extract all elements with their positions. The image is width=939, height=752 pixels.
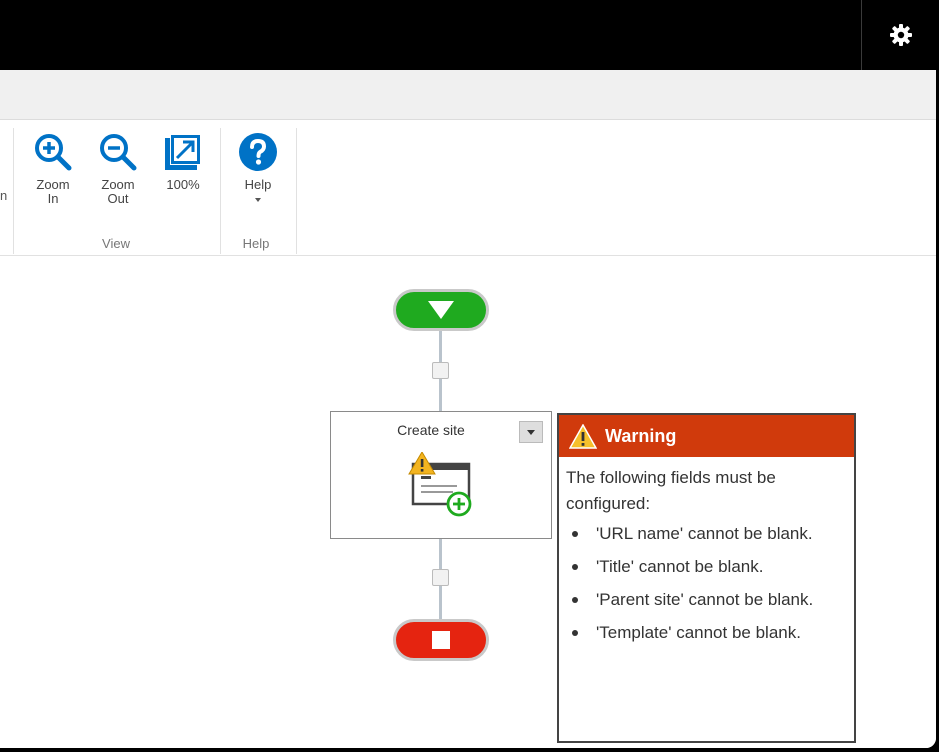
insert-connector[interactable] <box>432 362 449 379</box>
triangle-down-icon <box>428 301 454 319</box>
stop-node[interactable] <box>393 619 489 661</box>
warning-header: Warning <box>559 415 854 457</box>
chevron-down-icon <box>527 429 535 435</box>
zoom-in-label-2: In <box>47 191 59 206</box>
chevron-down-icon <box>255 198 261 202</box>
zoom-in-label-1: Zoom <box>36 177 70 192</box>
zoom-out-label-2: Out <box>107 191 129 206</box>
warning-icon <box>569 423 597 449</box>
designer-window: n Zoom In Zoom Out 100% View Help Help C… <box>0 70 936 748</box>
ribbon-separator <box>220 128 221 254</box>
list-item: 'Title' cannot be blank. <box>567 554 846 579</box>
view-group-label: View <box>102 236 130 251</box>
truncated-button-label: n <box>0 188 8 203</box>
warning-callout: Warning The following fields must be con… <box>557 413 856 743</box>
help-label: Help <box>244 177 272 192</box>
list-item: 'Template' cannot be blank. <box>567 620 846 645</box>
list-item: 'Parent site' cannot be blank. <box>567 587 846 612</box>
list-item: 'URL name' cannot be blank. <box>567 521 846 546</box>
zoom-out-label-1: Zoom <box>101 177 135 192</box>
insert-connector[interactable] <box>432 569 449 586</box>
zoom-in-icon <box>35 134 72 171</box>
actual-size-button[interactable]: 100% <box>160 132 206 192</box>
zoom-out-icon <box>100 134 137 171</box>
ribbon-separator <box>296 128 297 254</box>
zoom-out-button[interactable]: Zoom Out <box>95 132 141 206</box>
stop-square-icon <box>432 631 450 649</box>
action-menu-button[interactable] <box>519 421 543 443</box>
zoom-in-button[interactable]: Zoom In <box>30 132 76 206</box>
gear-icon <box>889 24 912 46</box>
warning-title: Warning <box>605 425 677 446</box>
actual-size-label: 100% <box>166 177 200 192</box>
create-site-icon <box>408 452 472 517</box>
ribbon-tab-strip <box>0 70 936 120</box>
help-button[interactable]: Help <box>236 132 280 202</box>
settings-button[interactable] <box>861 0 939 70</box>
warning-message: The following fields must be configured: <box>566 468 776 513</box>
expand-icon <box>165 134 201 170</box>
help-icon <box>239 133 277 171</box>
top-bar <box>0 0 939 70</box>
ribbon-separator <box>13 128 14 254</box>
action-title: Create site <box>397 422 465 438</box>
warning-list: 'URL name' cannot be blank. 'Title' cann… <box>559 517 854 645</box>
workflow-canvas[interactable]: Create site Warning The following fields… <box>0 256 936 748</box>
ribbon: n Zoom In Zoom Out 100% View Help Help <box>0 120 936 256</box>
start-node[interactable] <box>393 289 489 331</box>
help-group-label: Help <box>242 236 270 251</box>
create-site-action[interactable]: Create site <box>330 411 552 539</box>
